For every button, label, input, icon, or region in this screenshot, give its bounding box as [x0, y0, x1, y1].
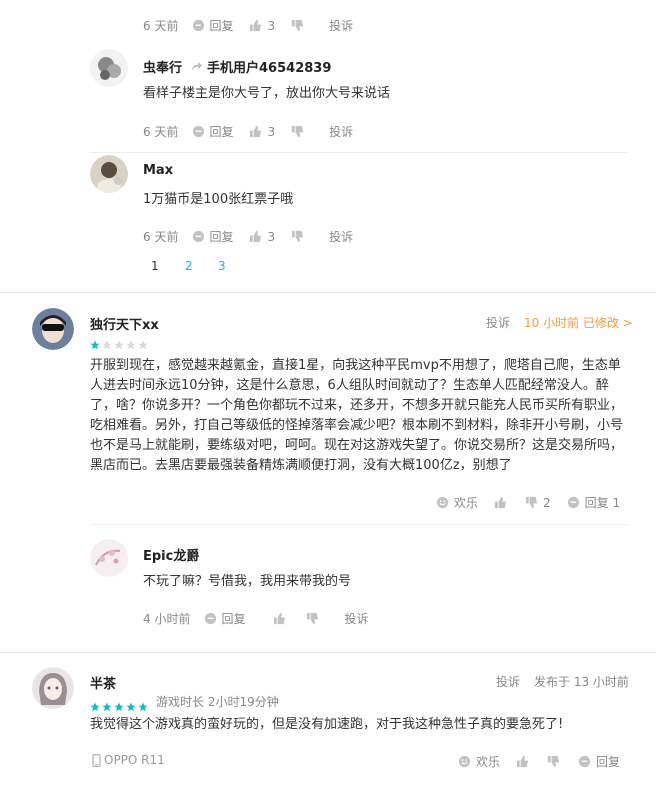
comment-icon[interactable] — [578, 755, 591, 768]
phone-icon — [92, 753, 101, 767]
comment-icon[interactable] — [567, 496, 580, 509]
star-icon — [90, 697, 100, 711]
review-actions: 欢乐 2 回复 1 — [436, 494, 620, 511]
smile-icon[interactable] — [458, 755, 471, 768]
thumbs-down-icon[interactable] — [547, 755, 560, 768]
playtime: 游戏时长 2小时19分钟 — [156, 695, 279, 709]
star-rating — [90, 697, 150, 711]
comment-icon[interactable] — [192, 230, 205, 243]
smile-icon[interactable] — [436, 496, 449, 509]
avatar[interactable] — [32, 667, 74, 709]
section-divider — [0, 292, 656, 293]
thumbs-up-icon[interactable] — [249, 19, 262, 32]
review-actions: 欢乐 回复 — [458, 753, 620, 770]
reply-button[interactable]: 回复 — [596, 753, 620, 770]
reply-meta-row: 6 天前 回复 3 投诉 — [143, 228, 353, 245]
reply-button[interactable]: 回复 — [209, 228, 233, 245]
report-link[interactable]: 投诉 — [329, 123, 353, 140]
avatar[interactable] — [90, 539, 128, 577]
comment-icon[interactable] — [204, 612, 217, 625]
reply-text: 看样子楼主是你大号了，放出你大号来说话 — [143, 86, 391, 101]
star-icon — [114, 697, 124, 711]
report-link[interactable]: 投诉 — [329, 17, 353, 34]
star-icon — [114, 335, 124, 350]
reply-button[interactable]: 回复 — [209, 17, 233, 34]
like-count: 3 — [267, 18, 276, 33]
timestamp: 6 天前 — [143, 230, 179, 244]
review-timestamp: 发布于 13 小时前 — [534, 675, 629, 689]
avatar[interactable] — [90, 49, 128, 87]
page-link-2[interactable]: 2 — [185, 259, 193, 273]
report-link[interactable]: 投诉 — [496, 673, 520, 690]
reply-username[interactable]: 虫奉行 — [143, 57, 182, 76]
review-text: 我觉得这个游戏真的蛮好玩的，但是没有加速跑，对于我这种急性子真的要急死了! — [90, 717, 564, 732]
repost-arrow-icon — [190, 60, 203, 73]
thumbs-up-icon[interactable] — [516, 755, 529, 768]
timestamp: 6 天前 — [143, 125, 179, 139]
thumbs-down-icon[interactable] — [525, 496, 538, 509]
star-icon — [90, 335, 100, 350]
divider — [90, 524, 628, 525]
funny-button[interactable]: 欢乐 — [476, 753, 500, 770]
report-link[interactable]: 投诉 — [344, 610, 368, 627]
star-icon — [126, 697, 136, 711]
reply-meta-row: 4 小时前 回复 投诉 — [143, 610, 368, 627]
star-icon — [138, 697, 148, 711]
star-icon — [102, 335, 112, 350]
thumbs-up-icon[interactable] — [249, 230, 262, 243]
page-link-1[interactable]: 1 — [151, 259, 159, 273]
star-icon — [138, 335, 148, 350]
like-count: 3 — [267, 229, 276, 244]
reply-meta-row: 6 天前 回复 3 投诉 — [143, 123, 353, 140]
thumbs-down-icon[interactable] — [306, 612, 319, 625]
section-divider — [0, 652, 656, 653]
reply-username[interactable]: Max — [143, 163, 173, 178]
reply-username[interactable]: Epic龙爵 — [143, 545, 199, 564]
thumbs-down-icon[interactable] — [291, 19, 304, 32]
star-rating — [90, 335, 150, 354]
review-timestamp-edited[interactable]: 10 小时前 已修改 > — [524, 314, 633, 331]
page-link-3[interactable]: 3 — [218, 259, 226, 273]
reply-meta-row: 6 天前 回复 3 投诉 — [143, 17, 353, 34]
like-count: 3 — [267, 124, 276, 139]
reply-button[interactable]: 回复 — [209, 123, 233, 140]
star-icon — [126, 335, 136, 350]
comment-icon[interactable] — [192, 19, 205, 32]
reply-text: 1万猫币是100张红票子哦 — [143, 192, 294, 207]
review-text: 开服到现在，感觉越来越氪金，直接1星，向我这种平民mvp不用想了，爬塔自己爬，生… — [90, 358, 624, 473]
timestamp: 4 小时前 — [143, 612, 191, 626]
funny-button[interactable]: 欢乐 — [454, 494, 478, 511]
device-info: OPPO R11 — [92, 753, 165, 767]
reply-count-button[interactable]: 回复 1 — [585, 494, 620, 511]
timestamp: 6 天前 — [143, 19, 179, 33]
reply-text: 不玩了嘛？号借我，我用来带我的号 — [143, 574, 352, 589]
thumbs-down-icon[interactable] — [291, 230, 304, 243]
like-count: 2 — [543, 495, 551, 510]
reply-target-username[interactable]: 手机用户46542839 — [207, 57, 331, 76]
divider — [90, 152, 628, 153]
thumbs-down-icon[interactable] — [291, 125, 304, 138]
reviewer-username[interactable]: 半茶 — [90, 673, 116, 692]
avatar[interactable] — [32, 308, 74, 350]
thumbs-up-icon[interactable] — [249, 125, 262, 138]
report-link[interactable]: 投诉 — [486, 314, 510, 331]
avatar[interactable] — [90, 155, 128, 193]
reviewer-username[interactable]: 独行天下xx — [90, 314, 159, 333]
report-link[interactable]: 投诉 — [329, 228, 353, 245]
star-icon — [102, 697, 112, 711]
thumbs-up-icon[interactable] — [273, 612, 286, 625]
device-name: OPPO R11 — [104, 753, 165, 767]
comment-icon[interactable] — [192, 125, 205, 138]
reply-button[interactable]: 回复 — [221, 610, 245, 627]
thumbs-up-icon[interactable] — [494, 496, 507, 509]
